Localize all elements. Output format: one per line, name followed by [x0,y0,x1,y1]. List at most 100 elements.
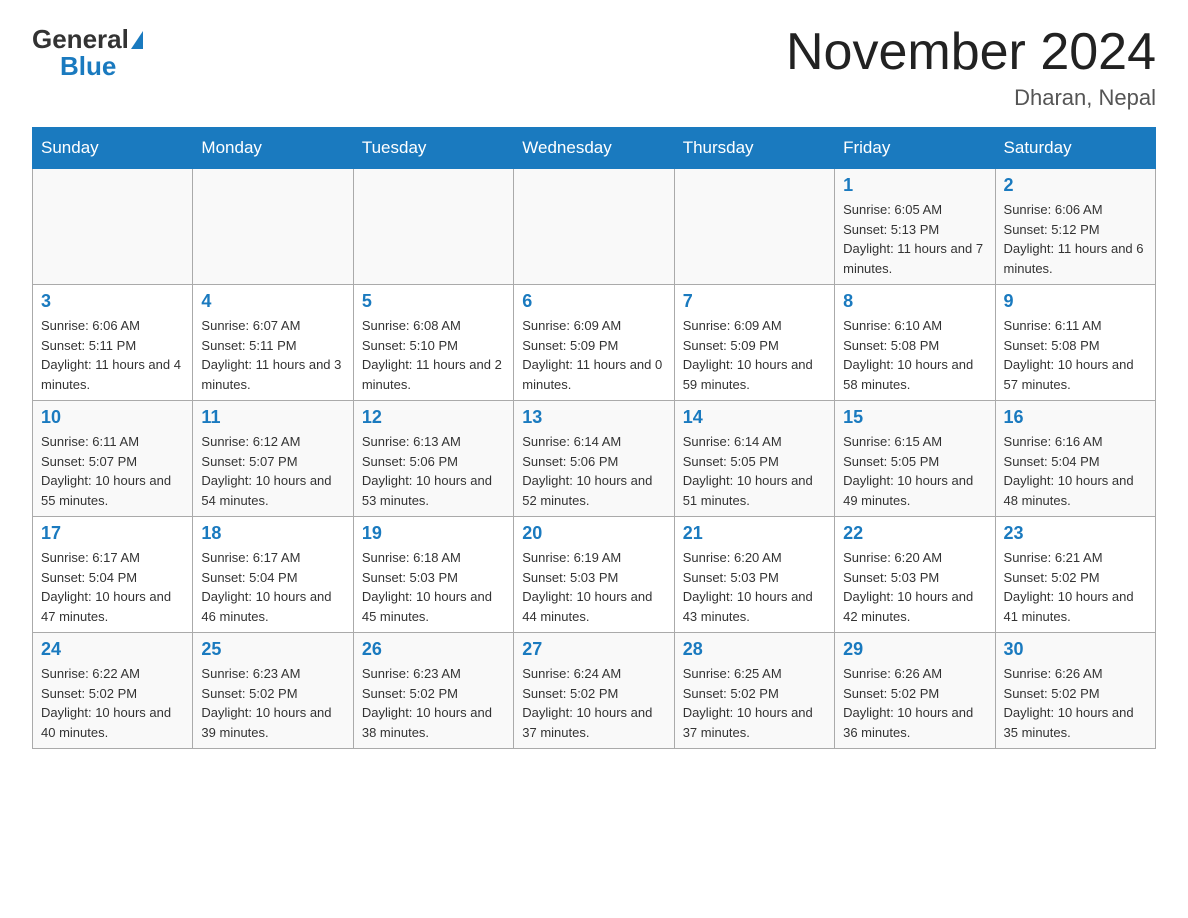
calendar-cell: 16 Sunrise: 6:16 AM Sunset: 5:04 PM Dayli… [995,401,1155,517]
day-number: 15 [843,407,986,428]
logo-blue-text: Blue [60,51,116,82]
day-info: Sunrise: 6:19 AM Sunset: 5:03 PM Dayligh… [522,548,665,626]
day-number: 10 [41,407,184,428]
day-number: 19 [362,523,505,544]
day-info: Sunrise: 6:11 AM Sunset: 5:08 PM Dayligh… [1004,316,1147,394]
calendar-cell [674,169,834,285]
day-number: 4 [201,291,344,312]
calendar-cell: 29Sunrise: 6:26 AM Sunset: 5:02 PM Dayli… [835,633,995,749]
day-info: Sunrise: 6:14 AM Sunset: 5:05 PM Dayligh… [683,432,826,510]
logo-triangle-icon [131,31,143,49]
day-number: 7 [683,291,826,312]
calendar-cell: 9 Sunrise: 6:11 AM Sunset: 5:08 PM Daylig… [995,285,1155,401]
calendar-cell: 5 Sunrise: 6:08 AM Sunset: 5:10 PM Daylig… [353,285,513,401]
calendar-cell: 15 Sunrise: 6:15 AM Sunset: 5:05 PM Dayli… [835,401,995,517]
day-number: 22 [843,523,986,544]
calendar-cell [353,169,513,285]
day-number: 27 [522,639,665,660]
weekday-header-friday: Friday [835,128,995,169]
day-number: 13 [522,407,665,428]
week-row-3: 10 Sunrise: 6:11 AM Sunset: 5:07 PM Dayli… [33,401,1156,517]
calendar-cell [33,169,193,285]
day-number: 8 [843,291,986,312]
day-number: 30 [1004,639,1147,660]
calendar-cell: 6 Sunrise: 6:09 AM Sunset: 5:09 PM Daylig… [514,285,674,401]
day-info: Sunrise: 6:22 AM Sunset: 5:02 PM Dayligh… [41,664,184,742]
day-info: Sunrise: 6:07 AM Sunset: 5:11 PM Dayligh… [201,316,344,394]
day-info: Sunrise: 6:25 AM Sunset: 5:02 PM Dayligh… [683,664,826,742]
day-info: Sunrise: 6:23 AM Sunset: 5:02 PM Dayligh… [362,664,505,742]
day-number: 6 [522,291,665,312]
location-label: Dharan, Nepal [786,85,1156,111]
day-number: 17 [41,523,184,544]
calendar-cell: 17 Sunrise: 6:17 AM Sunset: 5:04 PM Dayli… [33,517,193,633]
calendar-cell: 8Sunrise: 6:10 AM Sunset: 5:08 PM Daylig… [835,285,995,401]
calendar-cell [193,169,353,285]
page-header: General Blue November 2024 Dharan, Nepal [32,24,1156,111]
day-info: Sunrise: 6:06 AM Sunset: 5:12 PM Dayligh… [1004,200,1147,278]
day-info: Sunrise: 6:20 AM Sunset: 5:03 PM Dayligh… [683,548,826,626]
calendar-cell: 23Sunrise: 6:21 AM Sunset: 5:02 PM Dayli… [995,517,1155,633]
day-number: 14 [683,407,826,428]
day-info: Sunrise: 6:18 AM Sunset: 5:03 PM Dayligh… [362,548,505,626]
day-number: 5 [362,291,505,312]
day-info: Sunrise: 6:09 AM Sunset: 5:09 PM Dayligh… [683,316,826,394]
day-number: 18 [201,523,344,544]
week-row-4: 17 Sunrise: 6:17 AM Sunset: 5:04 PM Dayli… [33,517,1156,633]
week-row-5: 24 Sunrise: 6:22 AM Sunset: 5:02 PM Dayli… [33,633,1156,749]
day-info: Sunrise: 6:11 AM Sunset: 5:07 PM Dayligh… [41,432,184,510]
calendar-cell: 21 Sunrise: 6:20 AM Sunset: 5:03 PM Dayli… [674,517,834,633]
weekday-header-saturday: Saturday [995,128,1155,169]
day-number: 11 [201,407,344,428]
day-info: Sunrise: 6:26 AM Sunset: 5:02 PM Dayligh… [843,664,986,742]
day-number: 9 [1004,291,1147,312]
calendar-cell: 7 Sunrise: 6:09 AM Sunset: 5:09 PM Daylig… [674,285,834,401]
calendar-cell: 28 Sunrise: 6:25 AM Sunset: 5:02 PM Dayli… [674,633,834,749]
day-info: Sunrise: 6:08 AM Sunset: 5:10 PM Dayligh… [362,316,505,394]
weekday-header-tuesday: Tuesday [353,128,513,169]
weekday-header-thursday: Thursday [674,128,834,169]
week-row-1: 1 Sunrise: 6:05 AM Sunset: 5:13 PM Daylig… [33,169,1156,285]
day-number: 25 [201,639,344,660]
day-info: Sunrise: 6:20 AM Sunset: 5:03 PM Dayligh… [843,548,986,626]
day-number: 1 [843,175,986,196]
day-number: 16 [1004,407,1147,428]
calendar-cell: 18Sunrise: 6:17 AM Sunset: 5:04 PM Dayli… [193,517,353,633]
day-info: Sunrise: 6:13 AM Sunset: 5:06 PM Dayligh… [362,432,505,510]
calendar-cell: 22 Sunrise: 6:20 AM Sunset: 5:03 PM Dayli… [835,517,995,633]
calendar-cell: 25 Sunrise: 6:23 AM Sunset: 5:02 PM Dayli… [193,633,353,749]
calendar-cell: 20 Sunrise: 6:19 AM Sunset: 5:03 PM Dayli… [514,517,674,633]
day-number: 20 [522,523,665,544]
day-info: Sunrise: 6:24 AM Sunset: 5:02 PM Dayligh… [522,664,665,742]
calendar-cell: 1 Sunrise: 6:05 AM Sunset: 5:13 PM Daylig… [835,169,995,285]
calendar-cell: 3Sunrise: 6:06 AM Sunset: 5:11 PM Daylig… [33,285,193,401]
day-number: 24 [41,639,184,660]
weekday-header-row: SundayMondayTuesdayWednesdayThursdayFrid… [33,128,1156,169]
title-area: November 2024 Dharan, Nepal [786,24,1156,111]
calendar-cell: 14 Sunrise: 6:14 AM Sunset: 5:05 PM Dayli… [674,401,834,517]
day-info: Sunrise: 6:15 AM Sunset: 5:05 PM Dayligh… [843,432,986,510]
month-title: November 2024 [786,24,1156,81]
day-number: 23 [1004,523,1147,544]
weekday-header-wednesday: Wednesday [514,128,674,169]
day-info: Sunrise: 6:26 AM Sunset: 5:02 PM Dayligh… [1004,664,1147,742]
day-number: 3 [41,291,184,312]
calendar-cell: 26 Sunrise: 6:23 AM Sunset: 5:02 PM Dayli… [353,633,513,749]
day-info: Sunrise: 6:16 AM Sunset: 5:04 PM Dayligh… [1004,432,1147,510]
day-info: Sunrise: 6:12 AM Sunset: 5:07 PM Dayligh… [201,432,344,510]
weekday-header-monday: Monday [193,128,353,169]
day-number: 28 [683,639,826,660]
calendar-table: SundayMondayTuesdayWednesdayThursdayFrid… [32,127,1156,749]
day-number: 2 [1004,175,1147,196]
calendar-cell: 24 Sunrise: 6:22 AM Sunset: 5:02 PM Dayli… [33,633,193,749]
calendar-cell: 10 Sunrise: 6:11 AM Sunset: 5:07 PM Dayli… [33,401,193,517]
day-info: Sunrise: 6:23 AM Sunset: 5:02 PM Dayligh… [201,664,344,742]
calendar-cell: 12Sunrise: 6:13 AM Sunset: 5:06 PM Dayli… [353,401,513,517]
day-info: Sunrise: 6:05 AM Sunset: 5:13 PM Dayligh… [843,200,986,278]
logo: General Blue [32,24,145,82]
day-info: Sunrise: 6:17 AM Sunset: 5:04 PM Dayligh… [41,548,184,626]
day-info: Sunrise: 6:14 AM Sunset: 5:06 PM Dayligh… [522,432,665,510]
day-number: 21 [683,523,826,544]
day-info: Sunrise: 6:09 AM Sunset: 5:09 PM Dayligh… [522,316,665,394]
day-number: 26 [362,639,505,660]
